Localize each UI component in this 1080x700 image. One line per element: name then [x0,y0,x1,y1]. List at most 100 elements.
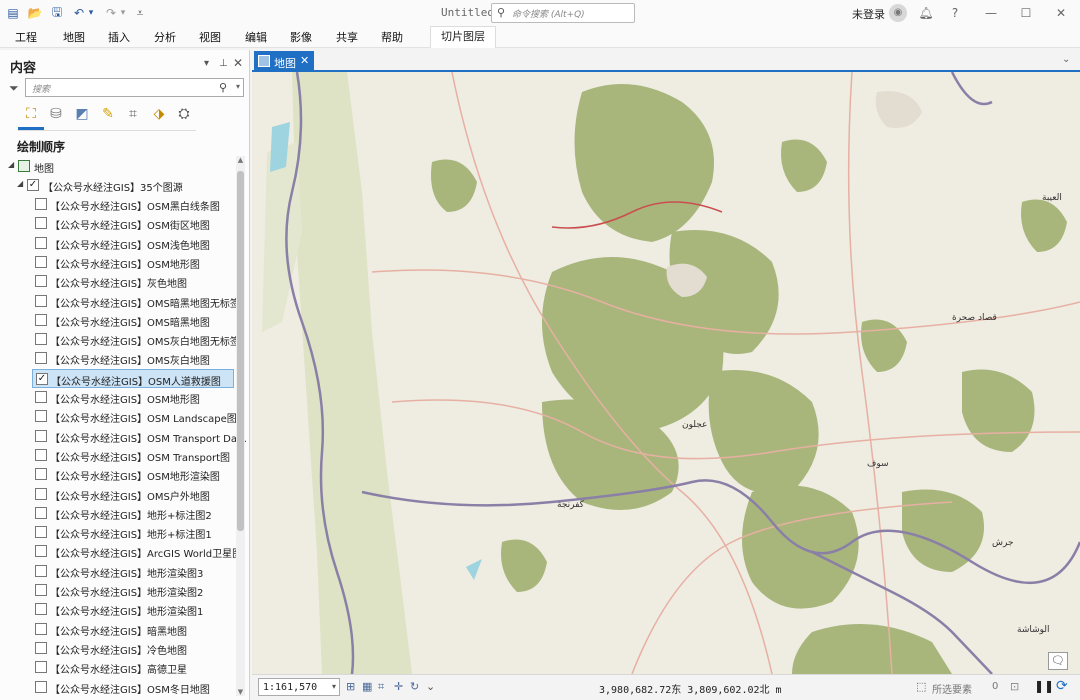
rotation-icon[interactable]: ↻ [410,680,419,693]
tab-project[interactable]: 工程 [15,29,37,45]
layer-row[interactable]: ✓ 【公众号水经注GIS】OSM人道救援图 [32,368,234,388]
layer-visibility-checkbox[interactable] [35,680,47,693]
command-search-input[interactable]: ⚲ 命令搜索 (Alt+Q) [491,3,635,23]
undo-icon[interactable]: ↶ [72,5,86,21]
list-by-perspective-icon[interactable]: ⛭ [173,103,195,125]
layer-visibility-checkbox[interactable] [35,545,47,558]
layer-visibility-checkbox[interactable] [35,313,47,326]
layer-row[interactable]: 【公众号水经注GIS】OMS暗黑地图无标签 [32,292,240,311]
layer-row[interactable]: 【公众号水经注GIS】地形渲染图1 [32,600,234,619]
layer-visibility-checkbox[interactable] [35,198,47,210]
grid-icon[interactable]: ▦ [362,680,372,693]
pane-options-icon[interactable]: ▾ [204,58,209,69]
list-by-data-source-icon[interactable]: ⛁ [45,103,67,125]
pane-close-icon[interactable]: ✕ [233,56,243,70]
tab-edit[interactable]: 编辑 [245,29,267,45]
chat-comment-icon[interactable]: 🗨︎ [1048,652,1068,670]
layer-row[interactable]: 【公众号水经注GIS】OSM Landscape图 [32,407,237,426]
new-project-icon[interactable]: ▤ [6,5,20,21]
layer-row[interactable]: 【公众号水经注GIS】冷色地图 [32,639,234,658]
layer-visibility-checkbox[interactable] [35,429,47,442]
tab-help[interactable]: 帮助 [381,29,403,45]
layer-visibility-checkbox[interactable] [35,333,47,346]
layer-visibility-checkbox[interactable]: ✓ [36,372,48,385]
layer-visibility-checkbox[interactable] [35,255,47,268]
layer-visibility-checkbox[interactable] [35,448,47,461]
minimize-button[interactable]: — [980,3,1002,23]
layer-row[interactable]: 【公众号水经注GIS】OSM Transport Da… [32,427,247,446]
scale-selector[interactable]: 1:161,570 ▾ [258,678,340,696]
layer-row[interactable]: 【公众号水经注GIS】地形+标注图1 [32,523,234,542]
list-by-snapping-icon[interactable]: ⌗ [122,103,144,125]
layer-visibility-checkbox[interactable] [35,217,47,230]
layer-row[interactable]: 【公众号水经注GIS】地形渲染图2 [32,581,234,600]
layer-row[interactable]: 【公众号水经注GIS】ArcGIS World卫星图 [32,542,242,561]
layer-visibility-checkbox[interactable] [35,661,47,674]
group-layer-node[interactable]: ◢ ✓ 【公众号水经注GIS】35个图源 [0,176,236,195]
maximize-button[interactable]: ☐ [1015,3,1037,23]
open-project-icon[interactable]: 📂 [28,5,43,21]
layer-row[interactable]: 【公众号水经注GIS】地形+标注图2 [32,504,234,523]
layer-visibility-checkbox[interactable] [35,352,47,365]
collapse-icon[interactable]: ◢ [17,179,23,188]
layer-row[interactable]: 【公众号水经注GIS】灰色地图 [32,272,234,291]
tab-imagery[interactable]: 影像 [290,29,312,45]
scrollbar-thumb[interactable] [237,171,244,531]
clear-selection-icon[interactable]: ⊡ [1010,680,1019,693]
layer-visibility-checkbox[interactable] [35,236,47,249]
layer-row[interactable]: 【公众号水经注GIS】OSM地形图 [32,388,234,407]
layer-visibility-checkbox[interactable] [35,391,47,403]
layer-row[interactable]: 【公众号水经注GIS】OSM地形图 [32,253,234,272]
layer-row[interactable]: 【公众号水经注GIS】OSM地形渲染图 [32,465,234,484]
layer-visibility-checkbox[interactable] [35,410,47,423]
tab-analysis[interactable]: 分析 [154,29,176,45]
layer-visibility-checkbox[interactable] [35,641,47,654]
filter-icon[interactable]: ⏷ [9,81,19,96]
crosshair-icon[interactable]: ✛ [394,680,403,693]
layer-visibility-checkbox[interactable] [35,468,47,481]
notification-bell-icon[interactable]: 🔔︎ [915,3,937,23]
redo-icon[interactable]: ↷ [104,5,118,21]
layer-row[interactable]: 【公众号水经注GIS】OSM街区地图 [32,214,234,233]
collapse-icon[interactable]: ◢ [8,160,14,169]
close-window-button[interactable]: ✕ [1050,3,1072,23]
scroll-up-icon[interactable]: ▲ [236,156,245,164]
tab-map[interactable]: 地图 [63,29,85,45]
undo-dropdown-icon[interactable]: ▾ [86,5,96,21]
selected-features-label[interactable]: 所选要素 [932,681,972,696]
layer-row[interactable]: 【公众号水经注GIS】OMS户外地图 [32,485,234,504]
pause-drawing-button[interactable]: ❚❚ [1034,679,1054,693]
group-layer-checkbox[interactable]: ✓ [27,179,39,191]
scroll-down-icon[interactable]: ▼ [236,688,245,696]
fixed-zoom-icon[interactable]: ⊞ [346,680,355,693]
close-tab-icon[interactable]: ✕ [300,54,309,67]
contents-scrollbar[interactable]: ▲ ▼ [236,156,245,696]
layer-row[interactable]: 【公众号水经注GIS】OMS灰白地图 [32,349,234,368]
layer-visibility-checkbox[interactable] [35,584,47,596]
pane-pin-icon[interactable]: ⊥ [219,58,228,69]
layer-row[interactable]: 【公众号水经注GIS】OSM冬日地图 [32,678,234,697]
chevron-down-icon[interactable]: ⌄ [426,680,435,693]
chevron-down-icon[interactable]: ▾ [332,682,336,691]
layer-row[interactable]: 【公众号水经注GIS】暗黑地图 [32,620,234,639]
layer-visibility-checkbox[interactable] [35,526,47,539]
list-by-labeling-icon[interactable]: ⬗ [148,103,170,125]
layer-visibility-checkbox[interactable] [35,564,47,577]
list-by-editing-icon[interactable]: ✎ [97,103,119,125]
list-by-drawing-order-icon[interactable]: ⛶ [20,103,42,125]
layer-visibility-checkbox[interactable] [35,506,47,519]
snapping-icon[interactable]: ⌗ [378,680,384,694]
customize-toolbar-icon[interactable]: ⩡ [134,5,146,21]
tab-share[interactable]: 共享 [336,29,358,45]
layer-row[interactable]: 【公众号水经注GIS】OMS暗黑地图 [32,311,234,330]
tab-tile-layer[interactable]: 切片图层 [430,26,496,48]
layer-visibility-checkbox[interactable] [35,603,47,616]
contents-search-input[interactable]: 搜索 ⚲ ▾ [25,78,244,97]
layer-row[interactable]: 【公众号水经注GIS】OSM黑白线条图 [32,195,234,214]
layer-row[interactable]: 【公众号水经注GIS】高德卫星 [32,658,234,677]
layer-visibility-checkbox[interactable] [35,275,47,288]
select-features-icon[interactable]: ⬚ [916,680,926,693]
layer-visibility-checkbox[interactable] [35,622,47,635]
list-by-selection-icon[interactable]: ◩ [71,103,93,125]
sign-in-status[interactable]: 未登录 [852,6,885,22]
